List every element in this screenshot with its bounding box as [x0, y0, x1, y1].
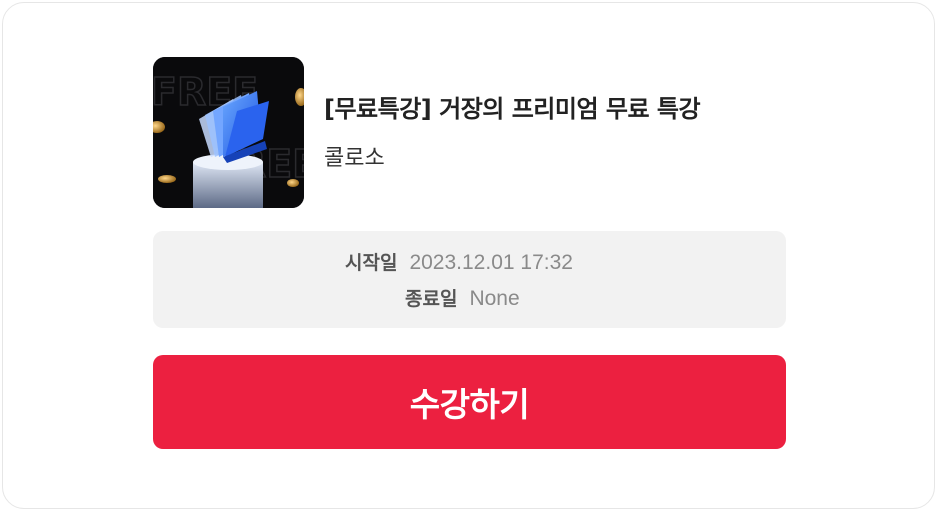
start-date-label: 시작일 — [345, 252, 398, 274]
course-thumbnail[interactable]: FREE FREE — [153, 57, 304, 208]
end-date-label: 종료일 — [405, 288, 458, 310]
start-date-value: 2023.12.01 17:32 — [409, 251, 573, 274]
start-date-row: 시작일 2023.12.01 17:32 — [345, 248, 573, 275]
schedule-box: 시작일 2023.12.01 17:32 종료일 None — [153, 231, 786, 328]
end-date-value: None — [469, 287, 520, 310]
course-title[interactable]: [무료특강] 거장의 프리미엄 무료 특강 — [324, 89, 701, 124]
enroll-button[interactable]: 수강하기 — [153, 355, 786, 449]
course-info: [무료특강] 거장의 프리미엄 무료 특강 콜로소 — [324, 93, 701, 172]
course-summary: FREE FREE [무료특강] 거장의 프리미엄 무료 특강 콜로소 — [153, 57, 701, 208]
end-date-row: 종료일 None — [405, 284, 520, 311]
course-author: 콜로소 — [324, 146, 385, 171]
thumbnail-illustration: FREE FREE — [153, 57, 304, 208]
